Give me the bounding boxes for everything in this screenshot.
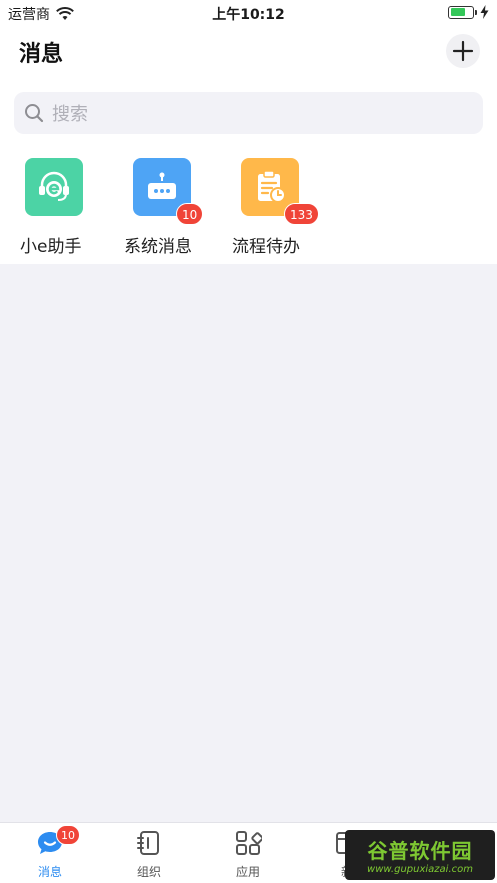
add-button[interactable] xyxy=(446,34,480,68)
page-title: 消息 xyxy=(19,42,64,67)
search-placeholder: 搜索 xyxy=(52,104,88,125)
apps-grid-icon xyxy=(236,831,262,855)
search-icon xyxy=(25,104,44,123)
battery-indicator xyxy=(448,5,489,19)
tab-organization[interactable]: 组织 xyxy=(109,829,189,880)
status-bar: 运营商 上午10:12 xyxy=(0,0,497,26)
headset-e-icon xyxy=(39,171,69,201)
tab-label: 消息 xyxy=(37,865,62,879)
contacts-book-icon xyxy=(137,831,159,855)
status-time: 上午10:12 xyxy=(212,7,285,23)
entry-label: 小e助手 xyxy=(20,237,82,257)
quick-entries: 小e助手 10 系统消息 133 流程待办 xyxy=(0,158,497,258)
tab-messages[interactable]: 消息 10 xyxy=(10,825,90,880)
unread-badge: 133 xyxy=(284,203,319,225)
plus-icon xyxy=(452,40,474,62)
tab-apps[interactable]: 应用 xyxy=(208,829,288,880)
entry-icon-tile xyxy=(25,158,83,216)
tab-label: 组织 xyxy=(136,865,161,879)
charging-bolt-icon xyxy=(480,5,489,19)
watermark-url: www.gupuxiazai.com xyxy=(367,864,473,875)
watermark-title: 谷普软件园 xyxy=(367,839,473,863)
robot-chat-icon xyxy=(148,172,176,199)
todo-document-icon xyxy=(258,170,286,203)
tab-label: 应用 xyxy=(235,865,260,879)
entry-label: 流程待办 xyxy=(232,237,300,257)
unread-badge: 10 xyxy=(176,203,204,225)
search-input[interactable]: 搜索 xyxy=(14,92,483,134)
battery-icon xyxy=(448,5,474,19)
tab-unread-badge: 10 xyxy=(56,825,80,845)
entry-label: 系统消息 xyxy=(124,237,192,257)
watermark-overlay: 谷普软件园 www.gupuxiazai.com xyxy=(345,830,495,880)
